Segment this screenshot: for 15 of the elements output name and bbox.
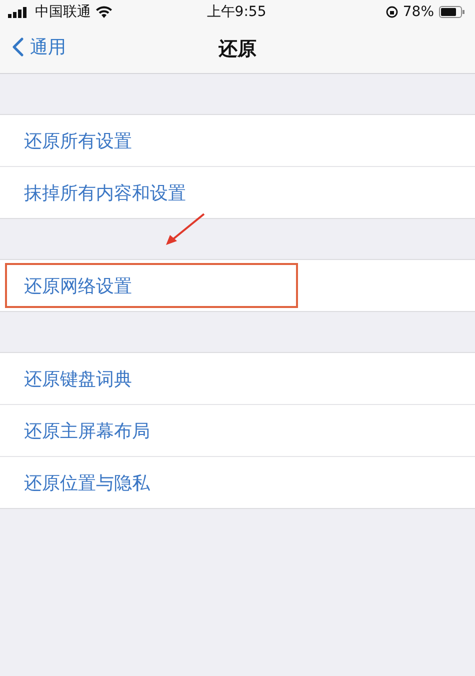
- settings-item[interactable]: 还原键盘词典: [24, 366, 132, 390]
- rotation-lock-icon: [386, 6, 398, 18]
- carrier-name: 中国联通: [35, 3, 91, 21]
- page-title: 还原: [218, 36, 256, 62]
- back-button[interactable]: 通用: [12, 35, 66, 59]
- settings-item[interactable]: 抹掉所有内容和设置: [24, 180, 186, 204]
- chevron-left-icon: [12, 37, 24, 57]
- battery-icon: [439, 6, 466, 18]
- settings-item[interactable]: 还原位置与隐私: [24, 470, 150, 494]
- settings-item[interactable]: 还原主屏幕布局: [24, 418, 150, 442]
- wifi-icon: [96, 6, 112, 18]
- battery-percent: 78%: [402, 4, 434, 20]
- settings-item[interactable]: 还原网络设置: [24, 274, 132, 298]
- status-time: 上午9:55: [206, 3, 266, 21]
- settings-item[interactable]: 还原所有设置: [24, 128, 132, 152]
